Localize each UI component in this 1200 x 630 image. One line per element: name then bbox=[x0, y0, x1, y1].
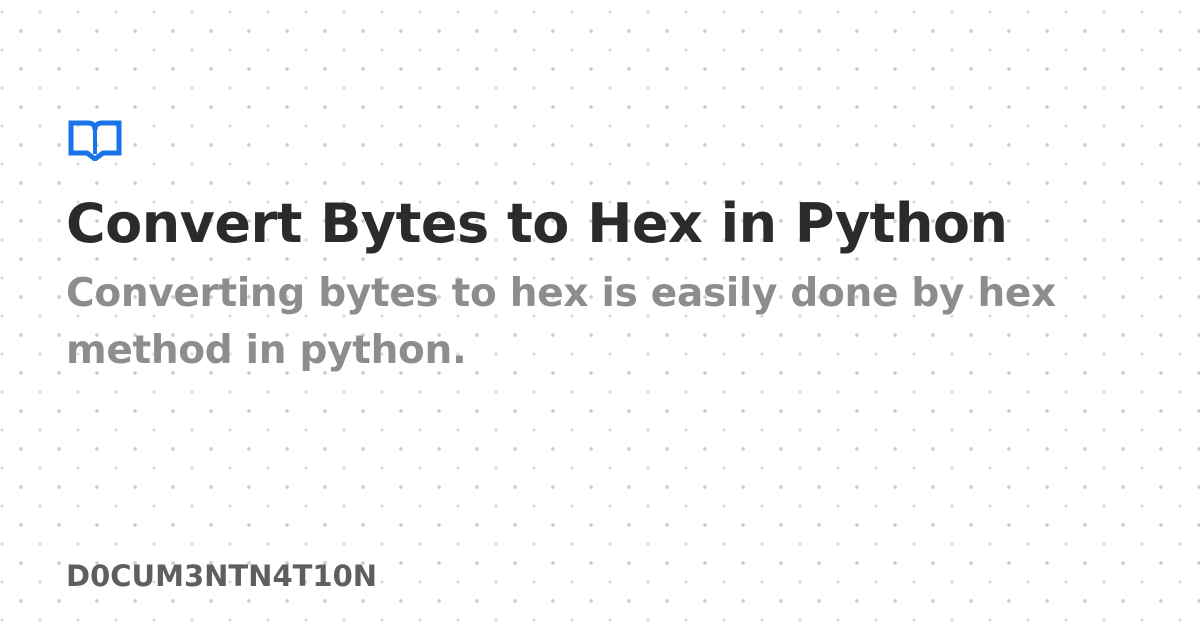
site-brand: D0CUM3NTN4T10N bbox=[66, 559, 378, 593]
book-icon bbox=[68, 120, 122, 161]
page-subtitle: Converting bytes to hex is easily done b… bbox=[66, 271, 1056, 373]
page-title: Convert Bytes to Hex in Python bbox=[66, 192, 1008, 255]
social-card: Convert Bytes to Hex in Python Convertin… bbox=[0, 0, 1200, 630]
